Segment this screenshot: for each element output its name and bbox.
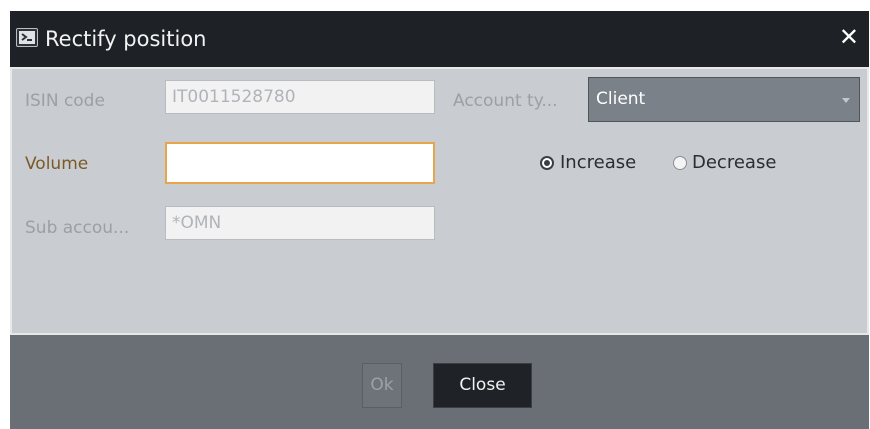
- terminal-window-icon: [16, 28, 38, 47]
- chevron-down-icon: [842, 98, 850, 103]
- sub-account-field: *OMN: [165, 206, 435, 240]
- isin-label: ISIN code: [25, 91, 105, 111]
- close-button[interactable]: Close: [433, 363, 532, 408]
- rectify-position-dialog: Rectify position ✕ ISIN code IT001152878…: [10, 11, 869, 429]
- dialog-title: Rectify position: [45, 27, 207, 51]
- sub-account-label: Sub accou...: [25, 218, 130, 238]
- account-type-value: Client: [596, 89, 646, 109]
- isin-field: IT0011528780: [165, 80, 435, 114]
- radio-increase-label[interactable]: Increase: [560, 151, 636, 175]
- volume-label: Volume: [25, 154, 89, 174]
- account-type-label: Account ty...: [453, 91, 558, 111]
- close-x-icon[interactable]: ✕: [839, 23, 859, 51]
- title-bar: Rectify position ✕: [10, 11, 869, 67]
- volume-input[interactable]: [165, 142, 435, 184]
- radio-decrease[interactable]: [673, 156, 687, 170]
- isin-value: IT0011528780: [172, 87, 296, 107]
- radio-decrease-label[interactable]: Decrease: [692, 151, 776, 175]
- account-type-select[interactable]: Client: [588, 77, 860, 122]
- radio-increase[interactable]: [540, 156, 554, 170]
- sub-account-value: *OMN: [172, 213, 222, 233]
- ok-button[interactable]: Ok: [362, 363, 402, 408]
